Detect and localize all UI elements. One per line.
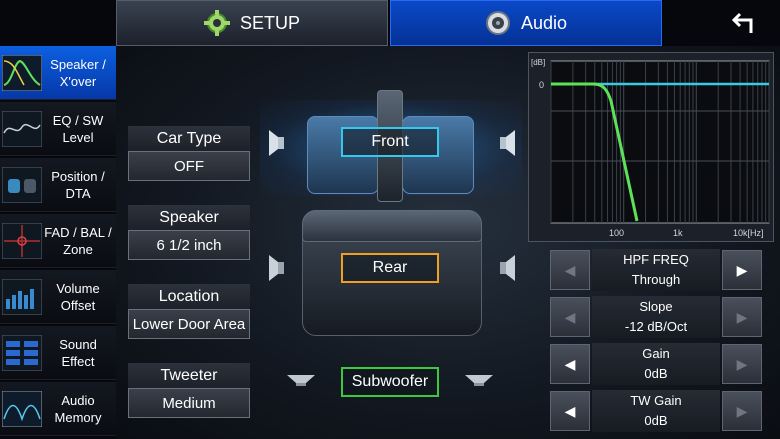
front-left-speaker-icon[interactable] bbox=[266, 128, 286, 158]
graph-y-unit: [dB] bbox=[531, 58, 545, 67]
crossover-graph-canvas: [dB] 0 100 1k 10k[Hz] bbox=[531, 58, 770, 238]
location-label: Location bbox=[128, 284, 250, 310]
location-button[interactable]: Lower Door Area bbox=[128, 309, 250, 339]
graph-y-zero: 0 bbox=[539, 80, 544, 90]
volume-thumb-icon bbox=[2, 279, 42, 315]
top-bar: SETUP Audio bbox=[0, 0, 780, 46]
tw-gain-decrease-button[interactable]: ◀ bbox=[550, 391, 590, 431]
tweeter-label: Tweeter bbox=[128, 363, 250, 389]
sidebar-item-label: Position / DTA bbox=[51, 169, 105, 201]
car-type-button[interactable]: OFF bbox=[128, 151, 250, 181]
gain-decrease-button[interactable]: ◀ bbox=[550, 344, 590, 384]
tw-gain-label: TW Gain bbox=[630, 393, 682, 408]
subwoofer-zone-button[interactable]: Subwoofer bbox=[341, 367, 439, 397]
sidebar-item-speaker-xover[interactable]: Speaker / X'over bbox=[0, 46, 116, 100]
eq-thumb-icon bbox=[2, 111, 42, 147]
subwoofer-right-icon[interactable] bbox=[464, 373, 494, 387]
rear-zone-button[interactable]: Rear bbox=[341, 253, 439, 283]
gain-label: Gain bbox=[642, 346, 670, 361]
crossover-graph: [dB] 0 100 1k 10k[Hz] bbox=[528, 52, 774, 242]
gain-increase-button[interactable]: ▶ bbox=[722, 344, 762, 384]
rear-seat-back bbox=[302, 210, 482, 242]
sidebar-item-label: Sound Effect bbox=[59, 337, 97, 369]
rear-left-speaker-icon[interactable] bbox=[266, 253, 286, 283]
effect-thumb-icon bbox=[2, 335, 42, 371]
hpf-freq-increase-button[interactable]: ▶ bbox=[722, 250, 762, 290]
tweeter-button[interactable]: Medium bbox=[128, 388, 250, 418]
hpf-freq-decrease-button[interactable]: ◀ bbox=[550, 250, 590, 290]
memory-thumb-icon bbox=[2, 391, 42, 427]
sidebar-item-audio-memory[interactable]: Audio Memory bbox=[0, 382, 116, 436]
tab-setup-label: SETUP bbox=[239, 12, 300, 33]
gain-display: Gain 0dB bbox=[592, 343, 720, 385]
sidebar-item-label: FAD / BAL / Zone bbox=[44, 225, 112, 257]
graph-x-tick: 10k[Hz] bbox=[733, 228, 764, 238]
sidebar-item-position-dta[interactable]: Position / DTA bbox=[0, 158, 116, 212]
tw-gain-display: TW Gain 0dB bbox=[592, 390, 720, 432]
slope-display: Slope -12 dB/Oct bbox=[592, 296, 720, 338]
hpf-freq-label: HPF FREQ bbox=[623, 252, 689, 267]
front-right-speaker-icon[interactable] bbox=[498, 128, 518, 158]
sidebar-item-eq-sw-level[interactable]: EQ / SW Level bbox=[0, 102, 116, 156]
sidebar-item-sound-effect[interactable]: Sound Effect bbox=[0, 326, 116, 380]
tab-audio[interactable]: Audio bbox=[390, 0, 662, 46]
sidebar-item-label: Audio Memory bbox=[54, 393, 102, 425]
tw-gain-increase-button[interactable]: ▶ bbox=[722, 391, 762, 431]
fader-thumb-icon bbox=[2, 223, 42, 259]
hpf-freq-display: HPF FREQ Through bbox=[592, 249, 720, 291]
back-button[interactable] bbox=[706, 0, 780, 46]
speaker-size-button[interactable]: 6 1/2 inch bbox=[128, 230, 250, 260]
gear-icon bbox=[203, 10, 230, 36]
sidebar-item-label: Speaker / X'over bbox=[50, 57, 106, 89]
sidebar-item-label: EQ / SW Level bbox=[52, 113, 104, 145]
position-thumb-icon bbox=[2, 167, 42, 203]
graph-x-tick: 100 bbox=[609, 228, 624, 238]
slope-value: -12 dB/Oct bbox=[624, 319, 688, 334]
sidebar: Speaker / X'over EQ / SW Level Position … bbox=[0, 46, 116, 439]
slope-decrease-button[interactable]: ◀ bbox=[550, 297, 590, 337]
xover-thumb-icon bbox=[2, 55, 42, 91]
tab-audio-label: Audio bbox=[520, 12, 568, 33]
gain-value: 0dB bbox=[644, 366, 668, 381]
tab-setup[interactable]: SETUP bbox=[116, 0, 388, 46]
hpf-freq-value: Through bbox=[631, 272, 681, 287]
rear-right-speaker-icon[interactable] bbox=[498, 253, 518, 283]
back-arrow-icon bbox=[731, 12, 753, 33]
sidebar-item-label: Volume Offset bbox=[56, 281, 100, 313]
subwoofer-left-icon[interactable] bbox=[286, 373, 316, 387]
tw-gain-value: 0dB bbox=[644, 413, 668, 428]
front-zone-button[interactable]: Front bbox=[341, 127, 439, 157]
speaker-label: Speaker bbox=[128, 205, 250, 231]
graph-x-tick: 1k bbox=[673, 228, 683, 238]
slope-increase-button[interactable]: ▶ bbox=[722, 297, 762, 337]
slope-label: Slope bbox=[639, 299, 673, 314]
sidebar-item-fad-bal-zone[interactable]: FAD / BAL / Zone bbox=[0, 214, 116, 268]
sidebar-item-volume-offset[interactable]: Volume Offset bbox=[0, 270, 116, 324]
speaker-icon bbox=[485, 11, 510, 35]
car-type-label: Car Type bbox=[128, 126, 250, 152]
